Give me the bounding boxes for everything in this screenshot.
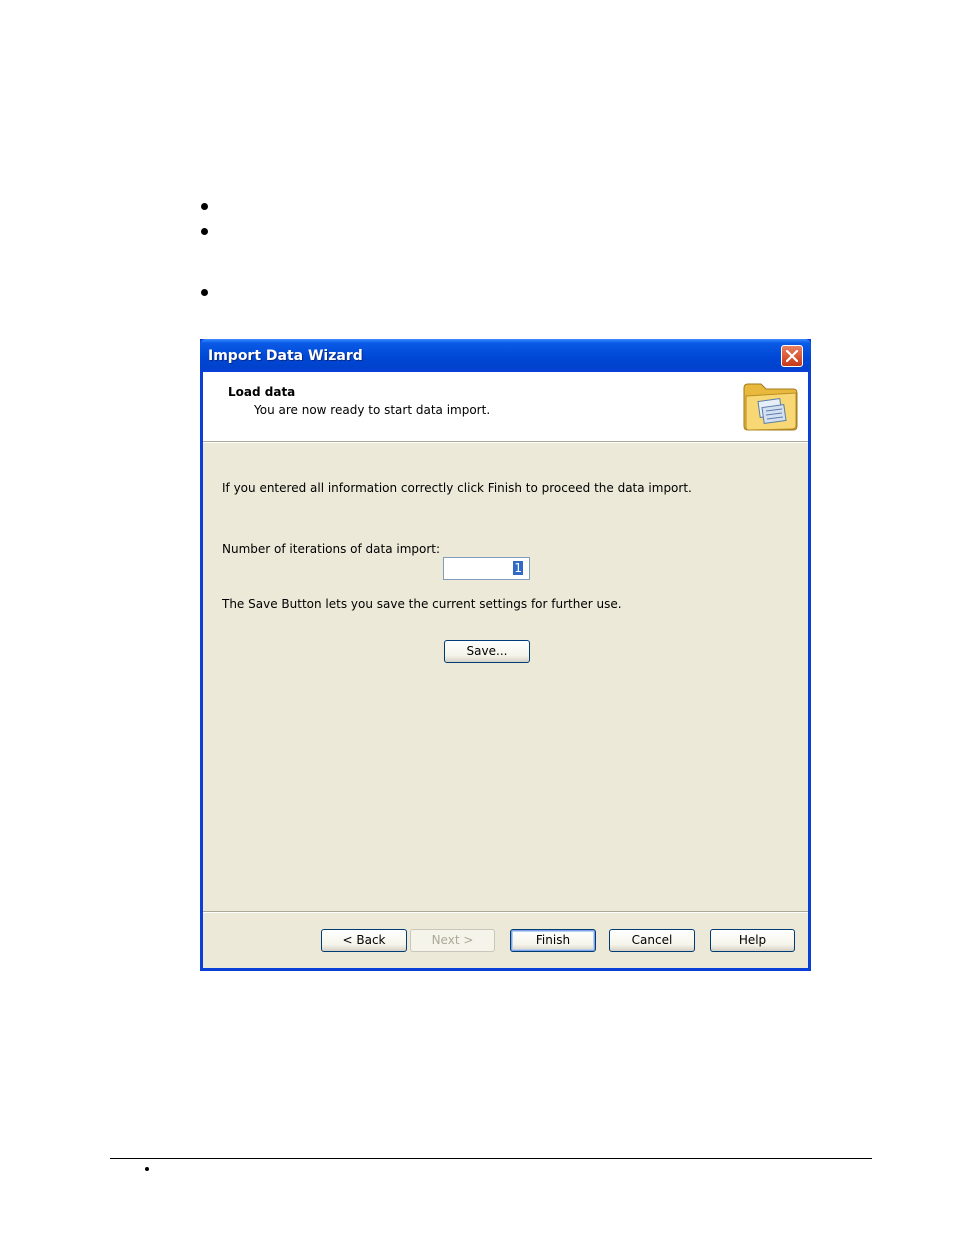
- wizard-client-area: Load data You are now ready to start dat…: [203, 372, 808, 968]
- close-button[interactable]: [781, 345, 803, 367]
- footer-divider-highlight: [203, 912, 808, 913]
- next-button[interactable]: Next >: [410, 929, 495, 952]
- header-divider-highlight: [203, 442, 808, 443]
- back-button[interactable]: < Back: [321, 929, 407, 952]
- title-bar[interactable]: Import Data Wizard: [200, 339, 811, 372]
- save-button[interactable]: Save...: [444, 640, 530, 663]
- doc-bullet: [201, 228, 208, 235]
- close-icon: [786, 350, 798, 362]
- cancel-button[interactable]: Cancel: [609, 929, 695, 952]
- iterations-label: Number of iterations of data import:: [222, 542, 441, 556]
- help-button[interactable]: Help: [710, 929, 795, 952]
- wizard-header: Load data You are now ready to start dat…: [203, 372, 808, 441]
- doc-bullet: [201, 289, 208, 296]
- footer-rule: [110, 1158, 872, 1159]
- save-info-text: The Save Button lets you save the curren…: [222, 597, 622, 611]
- iterations-input[interactable]: 1: [443, 557, 530, 580]
- instruction-text: If you entered all information correctly…: [222, 481, 692, 495]
- step-subtitle: You are now ready to start data import.: [254, 403, 491, 417]
- footer-bullet: [145, 1167, 149, 1171]
- iterations-value: 1: [513, 561, 523, 575]
- import-data-wizard-window: Import Data Wizard Load data You are now…: [200, 339, 811, 971]
- finish-button[interactable]: Finish: [510, 929, 596, 952]
- window-title: Import Data Wizard: [208, 348, 363, 364]
- doc-bullet: [201, 203, 208, 210]
- step-title: Load data: [228, 385, 296, 399]
- folder-icon: [743, 383, 798, 431]
